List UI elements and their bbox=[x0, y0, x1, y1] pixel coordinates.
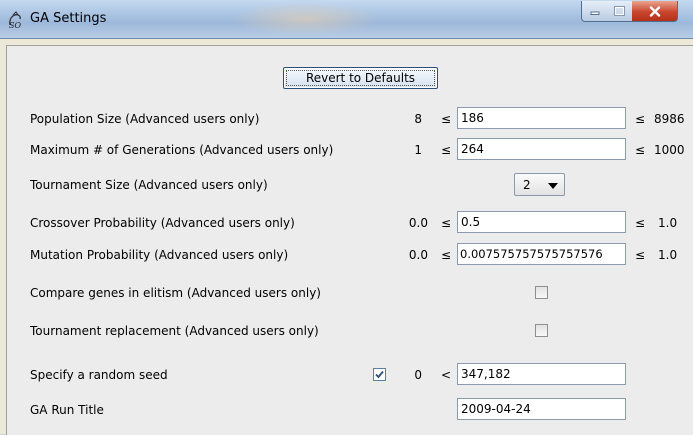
close-button[interactable] bbox=[632, 1, 678, 22]
tournament-replacement-checkbox[interactable] bbox=[535, 324, 548, 337]
window-title: GA Settings bbox=[30, 11, 107, 26]
generations-leq-min: ≤ bbox=[441, 143, 452, 157]
tournament-size-dropdown[interactable]: 2 bbox=[514, 173, 565, 196]
max-generations-label: Maximum # of Generations (Advanced users… bbox=[30, 143, 334, 157]
generations-max: 1000 bbox=[654, 143, 685, 157]
svg-text:SO: SO bbox=[9, 21, 21, 29]
maximize-icon bbox=[614, 6, 625, 16]
generations-leq-max: ≤ bbox=[635, 143, 646, 157]
mutation-leq-max: ≤ bbox=[635, 248, 646, 262]
population-leq-min: ≤ bbox=[441, 112, 452, 126]
minimize-button[interactable] bbox=[581, 1, 609, 22]
random-seed-label: Specify a random seed bbox=[30, 368, 168, 382]
maximize-button[interactable] bbox=[607, 1, 633, 22]
max-generations-input[interactable] bbox=[457, 138, 626, 160]
crossover-min: 0.0 bbox=[408, 216, 428, 230]
random-seed-input[interactable] bbox=[457, 363, 626, 385]
run-title-input[interactable] bbox=[457, 398, 626, 420]
mutation-max: 1.0 bbox=[658, 248, 678, 262]
elitism-checkbox[interactable] bbox=[535, 286, 548, 299]
tournament-size-selected: 2 bbox=[523, 178, 531, 192]
crossover-probability-label: Crossover Probability (Advanced users on… bbox=[30, 216, 295, 230]
mutation-min: 0.0 bbox=[408, 248, 428, 262]
population-min: 8 bbox=[414, 112, 422, 126]
tournament-replacement-label: Tournament replacement (Advanced users o… bbox=[30, 324, 319, 338]
seed-min: 0 bbox=[414, 368, 422, 382]
minimize-icon bbox=[590, 11, 600, 15]
mutation-probability-input[interactable] bbox=[457, 243, 626, 265]
random-seed-checkbox[interactable] bbox=[373, 368, 386, 381]
population-leq-max: ≤ bbox=[635, 112, 646, 126]
ga-settings-window: SO GA Settings Revert to Defaults Popula… bbox=[0, 0, 693, 435]
population-max: 8986 bbox=[654, 112, 685, 126]
chevron-down-icon bbox=[548, 183, 558, 189]
crossover-leq-min: ≤ bbox=[441, 216, 452, 230]
mutation-probability-label: Mutation Probability (Advanced users onl… bbox=[30, 248, 289, 262]
population-size-label: Population Size (Advanced users only) bbox=[30, 112, 260, 126]
seed-lt: < bbox=[441, 368, 452, 382]
elitism-label: Compare genes in elitism (Advanced users… bbox=[30, 286, 321, 300]
app-icon: SO bbox=[9, 11, 21, 29]
generations-min: 1 bbox=[414, 143, 422, 157]
checkmark-icon bbox=[375, 370, 384, 379]
close-icon bbox=[649, 5, 660, 17]
mutation-leq-min: ≤ bbox=[441, 248, 452, 262]
title-bar[interactable]: SO GA Settings bbox=[0, 0, 693, 39]
revert-to-defaults-button[interactable]: Revert to Defaults bbox=[283, 67, 438, 89]
population-size-input[interactable] bbox=[457, 107, 626, 129]
crossover-max: 1.0 bbox=[658, 216, 678, 230]
crossover-probability-input[interactable] bbox=[457, 211, 626, 233]
tournament-size-label: Tournament Size (Advanced users only) bbox=[30, 178, 268, 192]
run-title-label: GA Run Title bbox=[30, 403, 104, 417]
crossover-leq-max: ≤ bbox=[635, 216, 646, 230]
title-bar-glow bbox=[230, 2, 380, 36]
